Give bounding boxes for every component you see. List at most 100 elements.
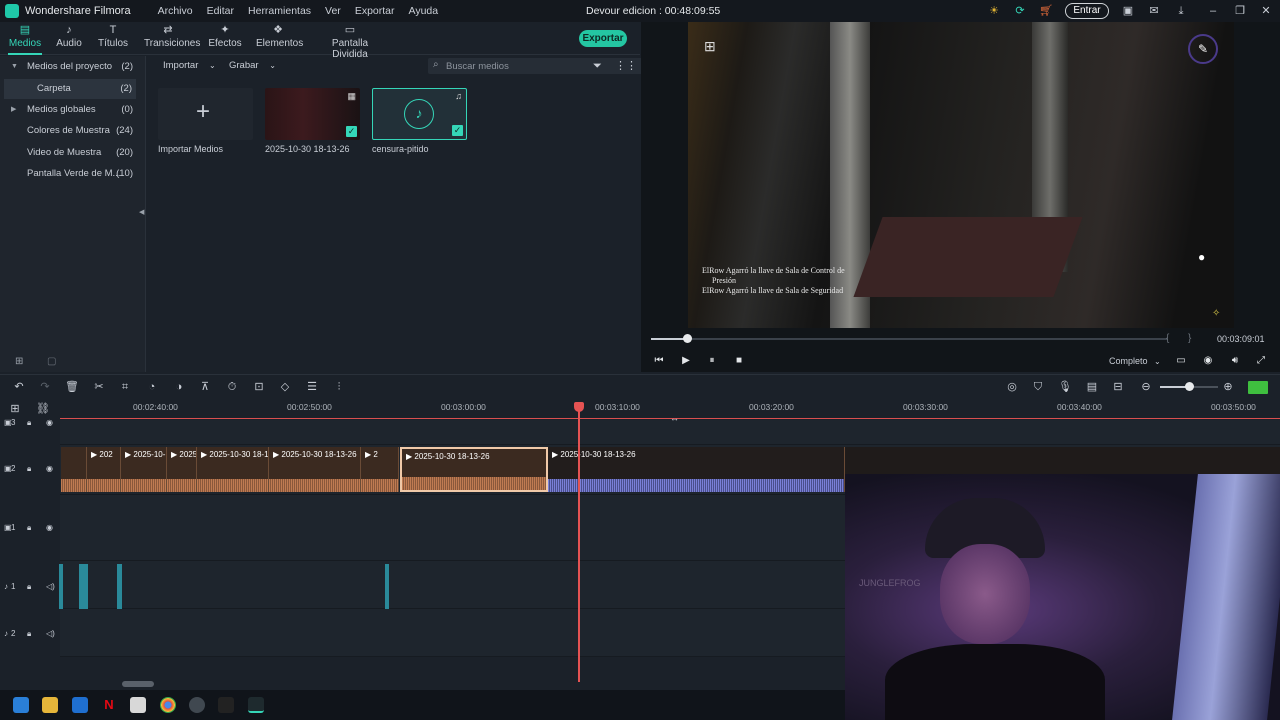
crop-icon[interactable]: ⌗ <box>118 380 132 394</box>
stop-icon[interactable]: ■ <box>732 354 746 368</box>
tab-elementos[interactable]: ❖ Elementos <box>256 22 303 55</box>
render-icon[interactable]: ◎ <box>1005 380 1019 394</box>
timeline-scrollbar[interactable] <box>122 681 154 687</box>
volume-icon[interactable]: 🔊︎ <box>1228 354 1242 368</box>
speaker-icon[interactable]: ◁) <box>46 582 55 591</box>
menu-editar[interactable]: Editar <box>200 5 241 17</box>
step-back-icon[interactable]: ⏮ <box>652 354 666 368</box>
menu-exportar[interactable]: Exportar <box>348 5 402 17</box>
chrome-icon[interactable] <box>160 697 176 713</box>
audio-clip[interactable] <box>79 564 88 609</box>
sun-icon[interactable]: ☀ <box>987 4 1001 18</box>
eye-icon[interactable]: ◉ <box>46 418 53 427</box>
color-icon[interactable]: ◑ <box>172 380 186 394</box>
marker-icon[interactable]: ⛉ <box>1031 380 1045 394</box>
microphone-icon[interactable]: 🎙︎ <box>1058 380 1072 394</box>
eye-icon[interactable]: ◉ <box>46 464 53 473</box>
tab-medios[interactable]: ▤ Medios <box>8 22 42 55</box>
tab-audio[interactable]: ♪ Audio <box>56 22 82 55</box>
timeline-clip[interactable]: ▶ 2025 <box>167 447 197 492</box>
snapshot-icon[interactable]: ◉ <box>1201 354 1215 368</box>
audio-meter-icon[interactable] <box>1248 381 1268 394</box>
timeline-clip[interactable]: ▶ 2025-10-30 18-13-26 <box>548 447 845 492</box>
adjust-icon[interactable]: ☰ <box>305 380 319 394</box>
menu-archivo[interactable]: Archivo <box>151 5 200 17</box>
filter-icon[interactable]: ⏷ <box>593 58 602 74</box>
lock-icon[interactable]: 🔒︎ <box>27 464 31 474</box>
steam-icon[interactable] <box>189 697 205 713</box>
sidebar-item-carpeta[interactable]: Carpeta (2) <box>4 79 136 99</box>
mark-out-icon[interactable]: } <box>1188 333 1191 344</box>
import-button[interactable]: Importar ⌄ <box>163 58 216 74</box>
timeline-clip-overflow[interactable] <box>845 447 1280 474</box>
timeline-clip-selected[interactable]: ▶ 2025-10-30 18-13-26 <box>400 447 548 492</box>
timeline-clip[interactable]: ▶ 202 <box>87 447 121 492</box>
zoom-slider[interactable] <box>1160 382 1218 391</box>
store-icon[interactable] <box>72 697 88 713</box>
record-button[interactable]: Grabar ⌄ <box>229 58 276 74</box>
sidebar-item-video-muestra[interactable]: Video de Muestra (20) <box>0 143 146 163</box>
minimize-icon[interactable]: – <box>1206 4 1220 18</box>
zoom-out-icon[interactable]: ⊖ <box>1139 380 1153 394</box>
lock-icon[interactable]: 🔒︎ <box>27 418 31 428</box>
fullscreen-icon[interactable]: ⤢ <box>1254 354 1268 368</box>
epic-games-icon[interactable] <box>218 697 234 713</box>
import-media-tile[interactable]: + <box>158 88 253 140</box>
sidebar-item-medios-globales[interactable]: ▶ Medios globales (0) <box>0 100 146 120</box>
cart-icon[interactable]: 🛒︎ <box>1039 4 1053 18</box>
timeline-clip[interactable]: ▶ 2025-10-30 18-13-26 <box>269 447 361 492</box>
refresh-icon[interactable]: ⟳ <box>1013 4 1027 18</box>
quality-select[interactable]: Completo ⌄ <box>1109 356 1161 366</box>
download-icon[interactable]: ⤓ <box>1174 4 1188 18</box>
undo-icon[interactable]: ↶ <box>12 380 26 394</box>
tab-pantalla-dividida[interactable]: ▭ Pantalla Dividida <box>318 22 382 60</box>
tab-efectos[interactable]: ✦ Efectos <box>208 22 242 55</box>
file-explorer-icon[interactable] <box>42 697 58 713</box>
add-track-icon[interactable]: ⊞ <box>8 402 22 416</box>
lock-icon[interactable]: 🔒︎ <box>27 629 31 639</box>
tab-transiciones[interactable]: ⇄ Transiciones <box>144 22 200 55</box>
progress-knob[interactable] <box>683 334 693 343</box>
link-icon[interactable]: ⛓︎ <box>36 402 50 416</box>
snap-icon[interactable]: ⊟ <box>1111 380 1125 394</box>
fit-icon[interactable]: ⊡ <box>252 380 266 394</box>
timeline-ruler[interactable]: ⊞ ⛓︎ 00:02:40:00 00:02:50:00 00:03:00:00… <box>0 398 1280 420</box>
new-folder-icon[interactable]: ⊞ <box>15 356 23 367</box>
zoom-slider-knob[interactable] <box>1185 382 1194 391</box>
maximize-icon[interactable]: ❐ <box>1233 4 1247 18</box>
zoom-in-icon[interactable]: ⊕ <box>1221 380 1235 394</box>
audio-clip[interactable] <box>117 564 122 609</box>
voiceover-icon[interactable]: ▤ <box>1085 380 1099 394</box>
redo-icon[interactable]: ↷ <box>38 380 52 394</box>
audio-clip[interactable] <box>59 564 63 609</box>
speed-icon[interactable]: ◔ <box>145 380 159 394</box>
menu-herramientas[interactable]: Herramientas <box>241 5 318 17</box>
sidebar-item-medios-proyecto[interactable]: ▼ Medios del proyecto (2) <box>0 57 146 77</box>
menu-ver[interactable]: Ver <box>318 5 348 17</box>
playhead[interactable] <box>574 402 584 682</box>
play-icon[interactable]: ▶ <box>679 354 693 368</box>
login-button[interactable]: Entrar <box>1065 3 1109 19</box>
lock-icon[interactable]: 🔒︎ <box>27 582 31 592</box>
sidebar-item-pantalla-verde[interactable]: Pantalla Verde de M... (10) <box>0 164 146 184</box>
timeline-clip[interactable]: ▶ 2 <box>361 447 399 492</box>
grid-view-icon[interactable]: ⋮⋮ <box>615 58 637 74</box>
filmora-taskbar-icon[interactable] <box>248 697 264 713</box>
folder-icon[interactable]: ▢ <box>47 356 56 367</box>
netflix-icon[interactable]: N <box>101 697 117 713</box>
audio-clip[interactable] <box>385 564 389 609</box>
monitor-icon[interactable]: ▭ <box>1174 354 1188 368</box>
close-icon[interactable]: ✕ <box>1259 4 1273 18</box>
collapse-sidebar-icon[interactable]: ◀ <box>139 208 144 216</box>
timeline-clip[interactable]: ▶ 2025-10-30 18-1 <box>197 447 269 492</box>
delete-icon[interactable]: 🗑︎ <box>65 380 79 394</box>
video-preview[interactable]: ⊞ ✎ ● ✧ ElRow Agarró la llave de Sala de… <box>688 22 1234 328</box>
timeline-clip[interactable]: ▶ 2025-10- <box>121 447 167 492</box>
keyframe-icon[interactable]: ◇ <box>278 380 292 394</box>
timer-icon[interactable]: ⏱ <box>225 380 239 394</box>
audio-thumbnail[interactable]: ♪ ♫ ✓ <box>372 88 467 140</box>
video-thumbnail[interactable]: ▦ ✓ <box>265 88 360 140</box>
speaker-icon[interactable]: ◁) <box>46 629 55 638</box>
mark-in-icon[interactable]: { <box>1166 333 1169 344</box>
scissors-icon[interactable]: ✂ <box>92 380 106 394</box>
